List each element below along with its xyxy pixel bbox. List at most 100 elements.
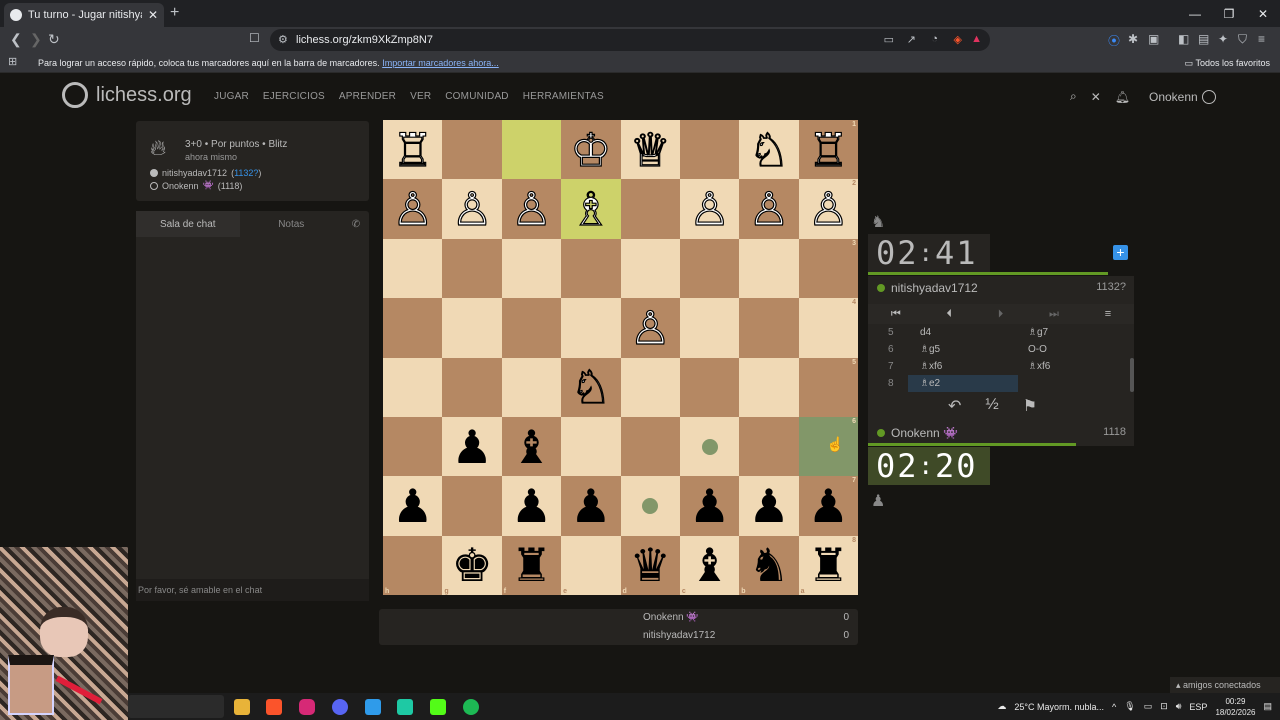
board-square[interactable]: ♘ xyxy=(739,120,799,180)
board-square[interactable]: ♟ xyxy=(442,416,502,477)
board-square[interactable]: ♜ f xyxy=(501,535,562,595)
white-piece[interactable]: ♖ xyxy=(807,126,849,173)
black-piece[interactable]: ♟ xyxy=(570,483,611,529)
board-square[interactable]: ♟ xyxy=(739,476,799,536)
board-square[interactable] xyxy=(561,298,621,358)
white-piece[interactable]: ♙ xyxy=(629,304,671,351)
weather-icon[interactable]: ☁ xyxy=(997,701,1006,712)
white-piece[interactable]: ♘ xyxy=(570,364,612,411)
board-square[interactable]: ♙ xyxy=(679,179,740,239)
black-piece[interactable]: ♟ xyxy=(451,424,492,470)
black-piece[interactable]: ♟ xyxy=(511,483,552,529)
black-piece[interactable]: ♟ xyxy=(748,483,789,529)
board-square[interactable] xyxy=(383,357,443,417)
black-piece[interactable]: ♟ xyxy=(392,483,433,529)
board-square[interactable]: ♟ xyxy=(501,476,562,536)
nav-ver[interactable]: VER xyxy=(410,91,431,102)
white-piece[interactable]: ♘ xyxy=(748,126,790,173)
board-square[interactable] xyxy=(442,298,502,358)
board-square[interactable] xyxy=(383,238,443,299)
board-square[interactable]: ♟ 7 xyxy=(798,476,858,536)
takeback-icon[interactable]: ↶ xyxy=(948,396,961,416)
brave-shield-icon[interactable]: ◈ xyxy=(954,33,962,46)
nav-ejercicios[interactable]: EJERCICIOS xyxy=(263,91,325,102)
black-piece[interactable]: ♝ xyxy=(689,542,730,588)
tab-notes[interactable]: Notas xyxy=(240,211,344,237)
brave-browser-icon[interactable] xyxy=(266,699,282,715)
restore-icon[interactable]: ❐ xyxy=(1212,0,1246,27)
friends-online[interactable]: ▴ amigos conectados xyxy=(1170,677,1280,694)
notifications-bell-icon[interactable]: 🔔︎ xyxy=(1115,90,1130,104)
board-square[interactable] xyxy=(739,357,799,417)
board-square[interactable]: h xyxy=(383,535,443,595)
board-square[interactable]: ♕ xyxy=(620,120,680,180)
board-square[interactable] xyxy=(442,238,502,299)
instagram-icon[interactable] xyxy=(299,699,315,715)
white-piece[interactable]: ♙ xyxy=(807,185,849,232)
tab-search-icon[interactable]: ▣ xyxy=(1148,32,1159,46)
board-square[interactable]: 3 xyxy=(798,238,858,299)
vpn-icon[interactable]: ⛉ xyxy=(1238,32,1247,47)
board-square[interactable]: e xyxy=(561,535,621,595)
board-square[interactable]: ♙ 2 xyxy=(798,179,858,239)
tab-chat[interactable]: Sala de chat xyxy=(136,211,240,237)
board-square[interactable]: 5 xyxy=(798,357,858,417)
board-square[interactable] xyxy=(501,238,562,299)
board-square[interactable] xyxy=(561,416,621,477)
board-square[interactable]: ♙ xyxy=(501,179,562,239)
white-piece[interactable]: ♔ xyxy=(570,126,612,173)
white-move[interactable]: ♗e2 xyxy=(908,375,1018,392)
board-square[interactable] xyxy=(679,120,740,180)
board-square[interactable] xyxy=(620,238,680,299)
notification-center-icon[interactable]: ▤ xyxy=(1263,701,1272,712)
discord-icon[interactable] xyxy=(332,699,348,715)
board-square[interactable] xyxy=(620,357,680,417)
brave-rewards-icon[interactable]: ▲ xyxy=(971,33,982,45)
board-square[interactable]: ♙ xyxy=(739,179,799,239)
share-icon[interactable]: ↗ xyxy=(907,33,916,46)
black-piece[interactable]: ♜ xyxy=(808,542,849,588)
leo-icon[interactable]: ⦿ xyxy=(1108,32,1120,49)
board-square[interactable]: ♟ xyxy=(383,476,443,536)
white-piece[interactable]: ♙ xyxy=(688,185,730,232)
board-square[interactable] xyxy=(679,416,740,477)
white-piece[interactable]: ♙ xyxy=(391,185,433,232)
my-name-line[interactable]: Onokenn 👾 1118 xyxy=(868,426,1134,440)
board-square[interactable] xyxy=(620,476,680,536)
board-square[interactable] xyxy=(679,238,740,299)
board-square[interactable]: ♘ xyxy=(561,357,621,417)
next-move-icon[interactable]: ⏵ xyxy=(998,308,1004,321)
board-square[interactable]: ♝ xyxy=(501,416,562,477)
board-square[interactable] xyxy=(561,238,621,299)
nav-aprender[interactable]: APRENDER xyxy=(339,91,396,102)
board-square[interactable]: ♟ xyxy=(561,476,621,536)
back-icon[interactable]: ❮ xyxy=(10,31,22,48)
rss-icon[interactable]: ◔ xyxy=(931,33,938,45)
white-piece[interactable]: ♖ xyxy=(391,126,433,173)
board-square[interactable]: ♟ xyxy=(679,476,740,536)
reload-icon[interactable]: ↻ xyxy=(48,31,60,48)
move-list-scrollbar[interactable] xyxy=(1130,358,1134,392)
hamburger-menu-icon[interactable]: ≡ xyxy=(1105,308,1111,320)
board-square[interactable] xyxy=(620,179,680,239)
board-square[interactable]: ♔ xyxy=(561,120,621,180)
black-move[interactable]: ♗g7 xyxy=(1018,327,1128,338)
opponent-name-line[interactable]: nitishyadav1712 1132? xyxy=(868,281,1134,295)
spotify-icon[interactable] xyxy=(463,699,479,715)
minimize-icon[interactable]: — xyxy=(1178,0,1212,27)
board-square[interactable] xyxy=(679,298,740,358)
white-piece[interactable]: ♕ xyxy=(629,126,671,173)
board-square[interactable]: ♖ 1 xyxy=(798,120,858,180)
voice-chat-icon[interactable]: ✆ xyxy=(343,211,369,237)
white-move[interactable]: d4 xyxy=(908,327,1018,338)
app-icon-blue[interactable] xyxy=(365,699,381,715)
site-logo[interactable]: lichess.org xyxy=(62,82,192,108)
board-square[interactable]: ♙ xyxy=(442,179,502,239)
board-square[interactable]: ♗ xyxy=(561,179,621,239)
user-menu[interactable]: Onokenn xyxy=(1149,90,1216,104)
close-window-icon[interactable]: ✕ xyxy=(1246,0,1280,27)
black-piece[interactable]: ♞ xyxy=(748,542,789,588)
board-square[interactable] xyxy=(442,476,502,536)
mic-icon[interactable]: 🎙︎ xyxy=(1124,701,1135,712)
wallet-icon[interactable]: ▤ xyxy=(1198,32,1209,46)
